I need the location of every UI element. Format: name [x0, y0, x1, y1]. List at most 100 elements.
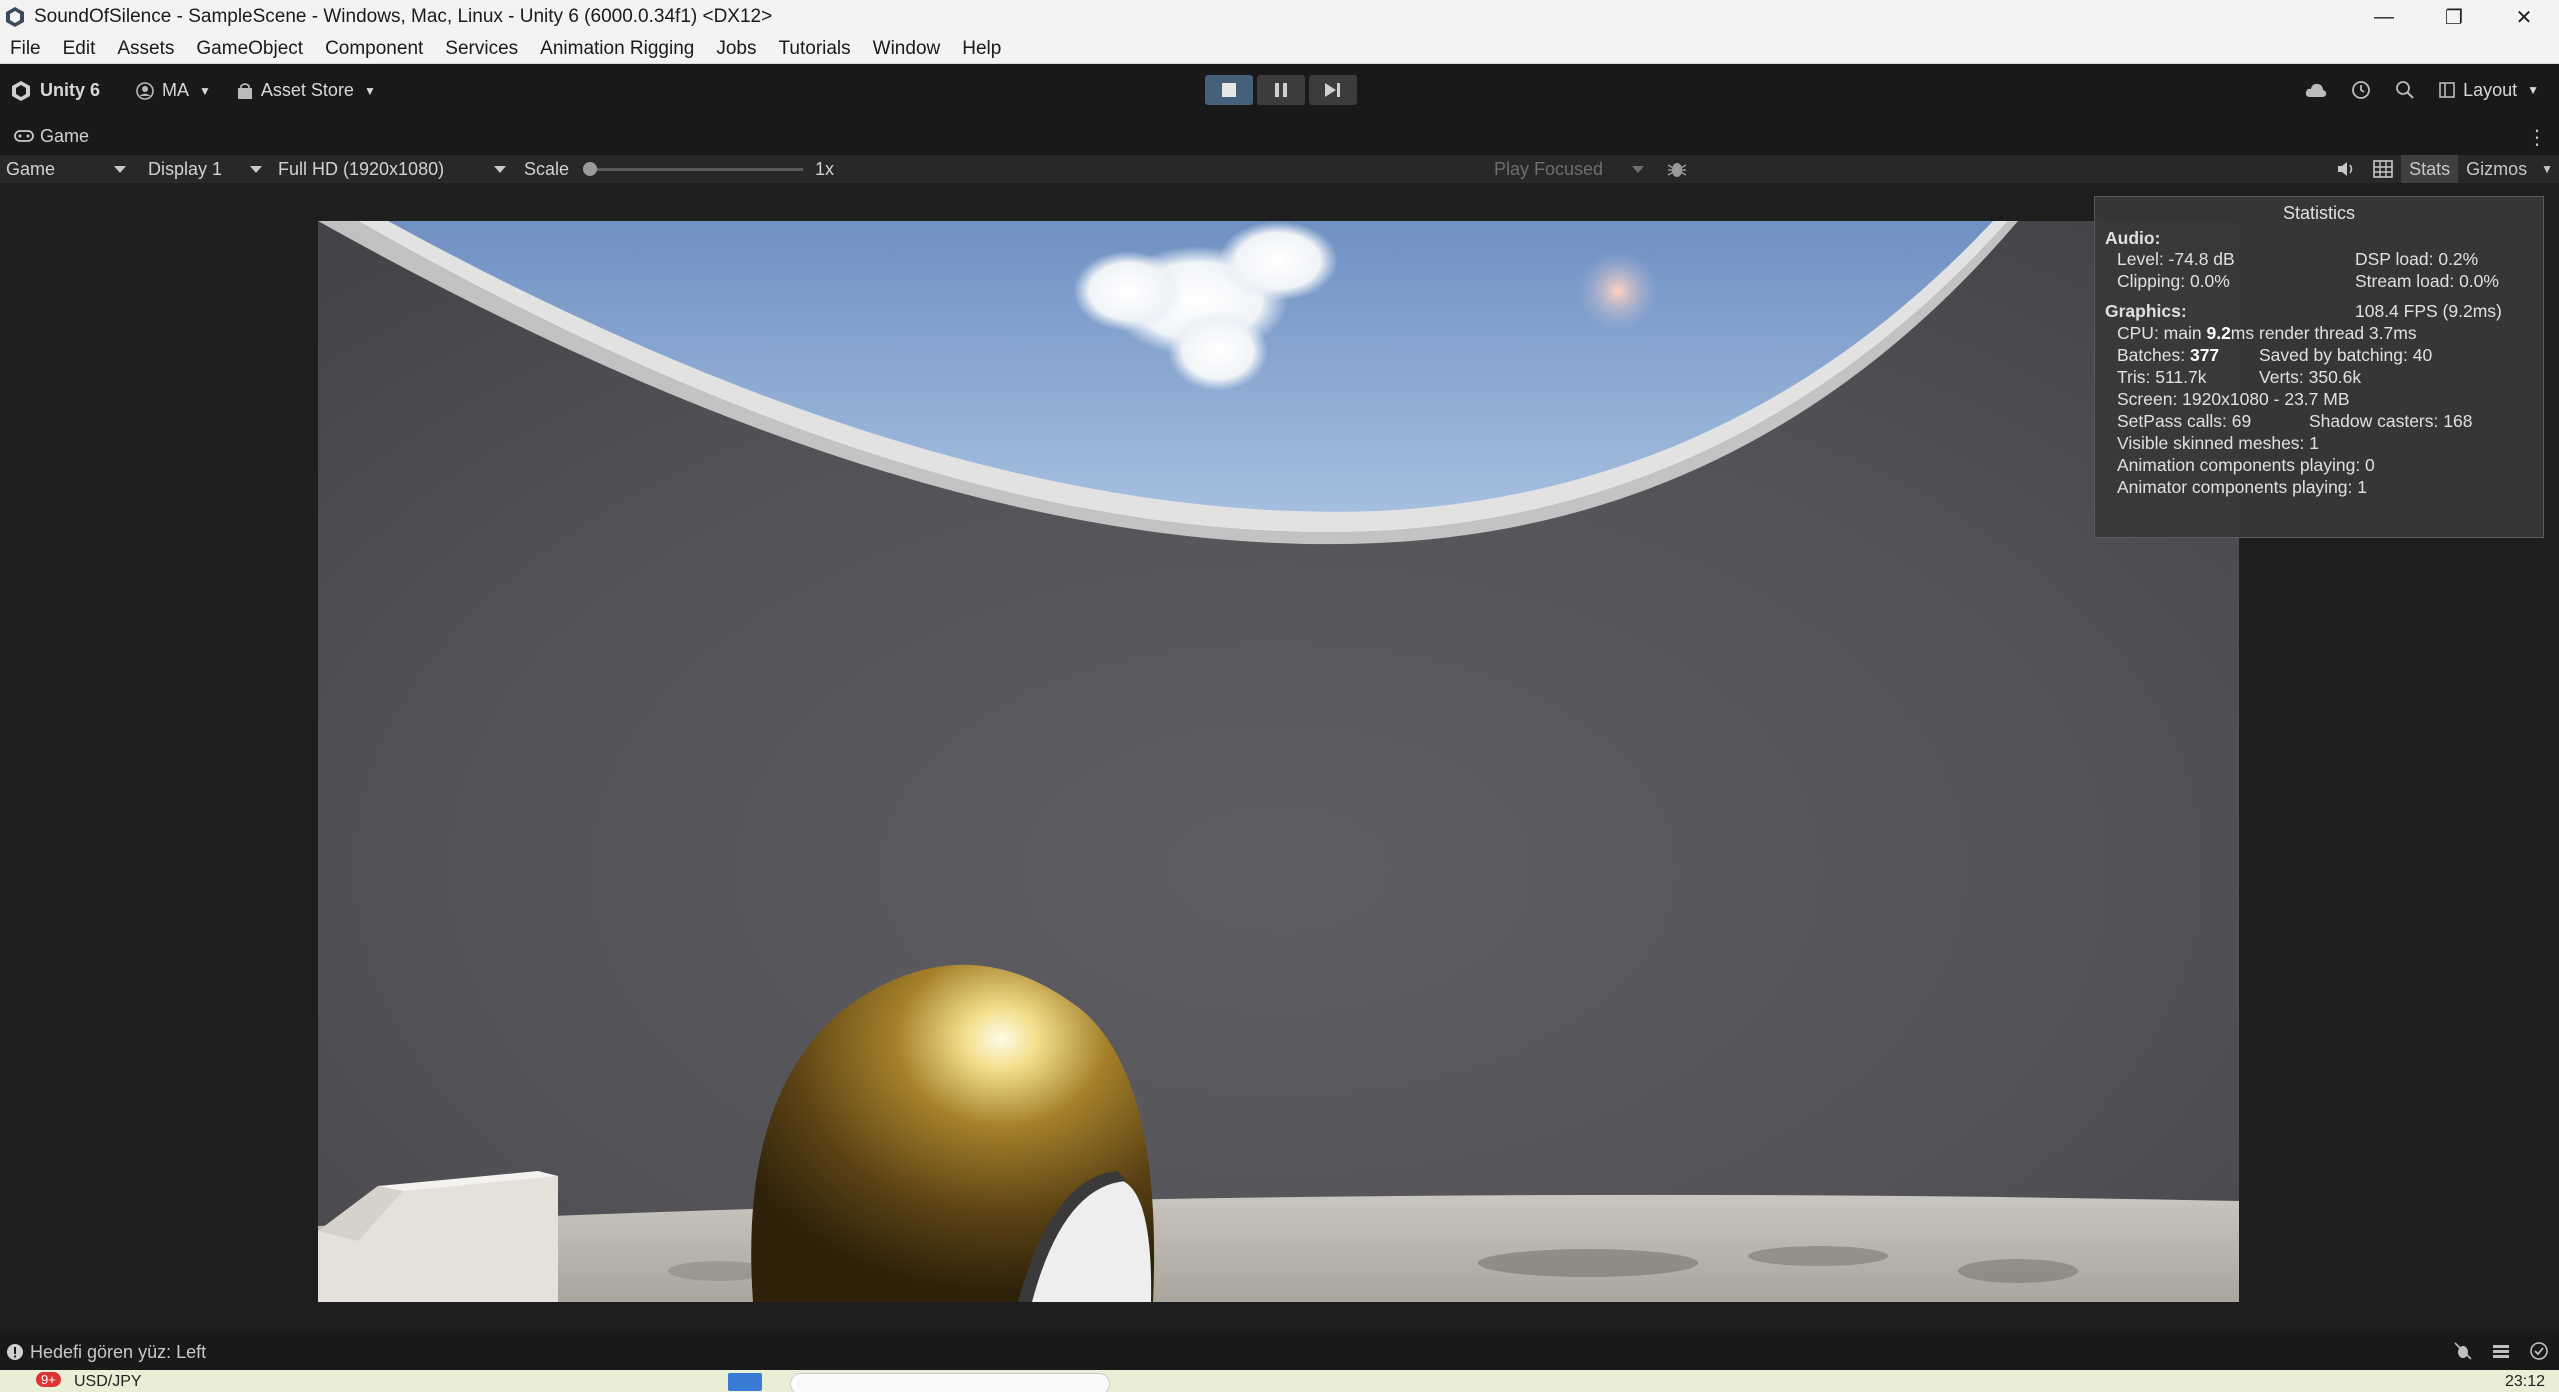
resolution-label: Full HD (1920x1080): [278, 158, 445, 179]
search-icon[interactable]: [2395, 80, 2415, 100]
step-button[interactable]: [1309, 75, 1357, 105]
batches-prefix: Batches:: [2117, 345, 2190, 365]
layout-label: Layout: [2463, 79, 2518, 100]
view-mode-dropdown[interactable]: Game: [0, 155, 132, 183]
stats-row: CPU: main 9.2ms render thread 3.7ms: [2105, 323, 2533, 345]
dsp-load: DSP load: 0.2%: [2355, 249, 2479, 269]
speaker-icon: [2338, 162, 2353, 176]
statistics-title: Statistics: [2282, 203, 2356, 223]
menu-assets[interactable]: Assets: [117, 38, 174, 60]
more-options-icon[interactable]: ⋮: [2527, 125, 2547, 150]
bug-icon: [1667, 163, 1687, 177]
layout-icon: [2439, 82, 2455, 98]
window-title-bar: SoundOfSilence - SampleScene - Windows, …: [0, 0, 2559, 34]
debug-bug-button[interactable]: [1658, 155, 1696, 183]
menu-bar: File Edit Assets GameObject Component Se…: [0, 34, 2559, 64]
frame-debugger-button[interactable]: [2365, 155, 2401, 183]
info-icon: [7, 1344, 23, 1360]
menu-window[interactable]: Window: [873, 38, 941, 60]
asset-store-dropdown[interactable]: Asset Store ▼: [227, 75, 386, 107]
gamepad-icon: [14, 130, 34, 142]
tris-count: Tris: 511.7k: [2117, 367, 2207, 387]
unity-cube-icon: [12, 80, 30, 101]
menu-component[interactable]: Component: [325, 38, 423, 60]
chevron-down-icon: [494, 166, 506, 173]
resolution-dropdown[interactable]: Full HD (1920x1080): [272, 155, 512, 183]
gizmos-toggle[interactable]: Gizmos: [2458, 155, 2535, 183]
main-toolbar: Unity 6 MA ▼ Asset Store ▼ Layout ▼: [0, 64, 2559, 117]
account-dropdown[interactable]: MA ▼: [126, 75, 221, 107]
stats-row: Screen: 1920x1080 - 23.7 MB: [2105, 389, 2533, 411]
menu-jobs[interactable]: Jobs: [716, 38, 756, 60]
screen-info: Screen: 1920x1080 - 23.7 MB: [2117, 389, 2350, 409]
stop-icon: [1222, 83, 1236, 97]
layout-dropdown[interactable]: Layout ▼: [2439, 74, 2539, 106]
stats-row: Graphics: 108.4 FPS (9.2ms): [2105, 301, 2533, 323]
scale-slider[interactable]: [583, 161, 804, 176]
taskbar-search-box[interactable]: [790, 1373, 1110, 1392]
os-taskbar: 9+ USD/JPY 23:12: [0, 1370, 2559, 1392]
minimize-icon[interactable]: —: [2349, 0, 2419, 34]
menu-help[interactable]: Help: [962, 38, 1001, 60]
gizmos-label: Gizmos: [2466, 158, 2528, 179]
play-mode-dropdown[interactable]: Play Focused: [1488, 155, 1650, 183]
stats-row: Animation components playing: 0: [2105, 455, 2533, 477]
currency-widget[interactable]: USD/JPY: [74, 1373, 142, 1391]
cpu-prefix: CPU: main: [2117, 323, 2207, 343]
scale-value: 1x: [815, 158, 835, 179]
stats-row: SetPass calls: 69 Shadow casters: 168: [2105, 411, 2533, 433]
saved-by-batching: Saved by batching: 40: [2259, 345, 2433, 365]
stats-toggle[interactable]: Stats: [2401, 155, 2459, 183]
menu-gameobject[interactable]: GameObject: [196, 38, 303, 60]
bug-off-icon[interactable]: [2453, 1341, 2473, 1361]
notification-badge[interactable]: 9+: [36, 1372, 61, 1387]
scale-control: Scale 1x: [512, 155, 834, 183]
stats-row: Level: -74.8 dB DSP load: 0.2%: [2105, 249, 2533, 271]
shopping-bag-icon: [237, 82, 252, 99]
unity-app-icon: [6, 7, 24, 27]
menu-file[interactable]: File: [10, 38, 41, 60]
check-circle-icon[interactable]: [2529, 1341, 2549, 1361]
close-icon[interactable]: ✕: [2489, 0, 2559, 34]
taskbar-start-icon[interactable]: [728, 1373, 762, 1391]
history-icon[interactable]: [2351, 80, 2371, 100]
chevron-down-icon: ▼: [2527, 83, 2539, 97]
pause-button[interactable]: [1257, 75, 1305, 105]
cloud-icon[interactable]: [2305, 82, 2327, 98]
verts-count: Verts: 350.6k: [2259, 367, 2362, 387]
menu-tutorials[interactable]: Tutorials: [779, 38, 851, 60]
visible-skinned-meshes: Visible skinned meshes: 1: [2117, 433, 2320, 453]
menu-animation-rigging[interactable]: Animation Rigging: [540, 38, 694, 60]
fps-readout: 108.4 FPS (9.2ms): [2355, 301, 2502, 321]
graphics-section-title: Graphics:: [2105, 301, 2187, 321]
game-tab-label: Game: [40, 125, 90, 146]
chevron-down-icon: ▼: [363, 83, 376, 98]
restore-icon[interactable]: ❐: [2419, 0, 2489, 34]
game-scene-render: [318, 221, 2239, 1302]
gizmos-dropdown[interactable]: ▼: [2535, 155, 2559, 183]
batches-value: 377: [2189, 345, 2220, 365]
play-controls: [1205, 75, 1357, 105]
stats-row: Visible skinned meshes: 1: [2105, 433, 2533, 455]
view-mode-label: Game: [6, 158, 56, 179]
scale-slider-thumb[interactable]: [583, 161, 598, 176]
audio-clipping: Clipping: 0.0%: [2117, 271, 2230, 291]
status-bar[interactable]: Hedefi gören yüz: Left: [0, 1339, 2559, 1365]
unity-home-button[interactable]: Unity 6: [0, 75, 110, 107]
animation-components: Animation components playing: 0: [2117, 455, 2375, 475]
shadow-casters: Shadow casters: 168: [2309, 411, 2473, 431]
audio-level: Level: -74.8 dB: [2117, 249, 2235, 269]
progress-icon[interactable]: [2491, 1341, 2511, 1361]
game-view-toolbar: Game Display 1 Full HD (1920x1080) Scale…: [0, 155, 2559, 183]
display-dropdown[interactable]: Display 1: [142, 155, 268, 183]
stats-label: Stats: [2409, 158, 2451, 179]
stop-play-button[interactable]: [1205, 75, 1253, 105]
mute-audio-button[interactable]: [2329, 155, 2365, 183]
step-icon: [1325, 83, 1340, 97]
menu-edit[interactable]: Edit: [63, 38, 96, 60]
play-mode-label: Play Focused: [1494, 158, 1604, 179]
menu-services[interactable]: Services: [445, 38, 518, 60]
game-render-view[interactable]: [318, 221, 2239, 1302]
game-tab[interactable]: Game ⋮: [0, 117, 2559, 155]
animator-components: Animator components playing: 1: [2117, 477, 2367, 497]
